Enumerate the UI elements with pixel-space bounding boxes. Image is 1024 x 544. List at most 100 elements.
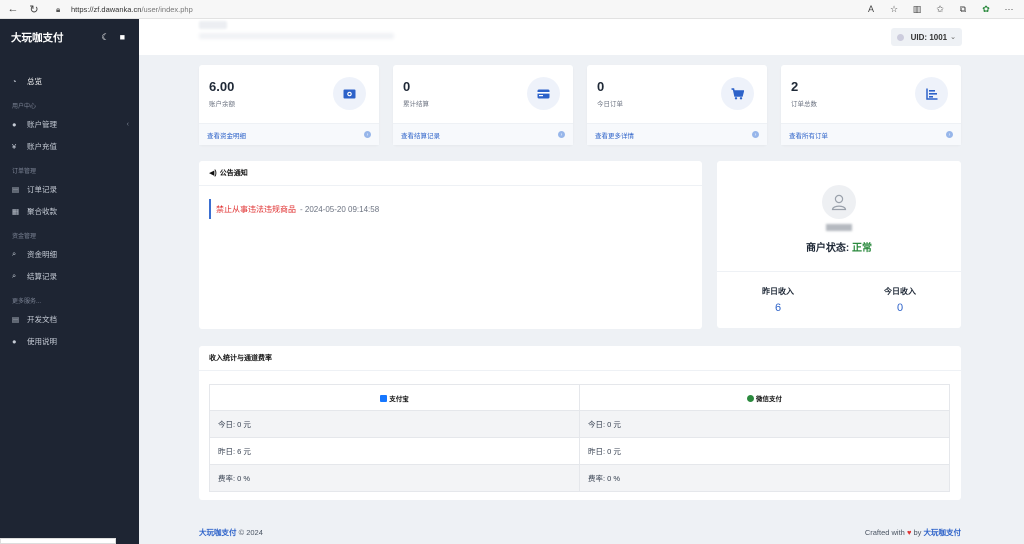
grid-icon: ▦	[12, 206, 20, 216]
cart-icon: ▤	[12, 184, 20, 194]
stat-link-label: 查看结算记录	[401, 132, 440, 140]
stat-link-label: 查看所有订单	[789, 132, 828, 140]
arrow-right-icon: ›	[364, 131, 371, 138]
url-text: https://zf.dawanka.cn/user/index.php	[71, 5, 193, 14]
blurred-username	[826, 224, 852, 231]
stat-card-total-orders: 2 订单总数 查看所有订单 ›	[781, 65, 961, 145]
brand[interactable]: 大玩咖支付 ☾ ■	[0, 19, 139, 56]
sidebar-section-label: 订单管理	[12, 169, 37, 175]
stat-link[interactable]: 查看资金明细 ›	[199, 123, 379, 145]
gauge-icon: ◔	[12, 76, 17, 86]
arrow-right-icon: ›	[558, 131, 565, 138]
footer-brand-link-2[interactable]: 大玩咖支付	[924, 528, 962, 537]
merchant-status-card: 商户状态: 正常 昨日收入 6 今日收入 0	[717, 161, 961, 328]
footer-by: by	[913, 527, 922, 537]
collections-icon[interactable]: ⧉	[956, 2, 970, 16]
sidebar-item-label: 开发文档	[27, 314, 57, 324]
reload-icon[interactable]: ↻	[26, 1, 42, 17]
table-cell: 费率: 0 %	[209, 464, 580, 492]
income-today: 今日收入 0	[839, 272, 961, 328]
notice-item[interactable]: 禁止从事违法违规商品 - 2024-05-20 09:14:58	[209, 199, 379, 219]
back-icon[interactable]: ←	[5, 1, 21, 17]
blurred-subtitle	[199, 33, 394, 39]
url-host: https://zf.dawanka.cn	[71, 4, 142, 14]
table-cell: 今日: 0 元	[209, 410, 580, 438]
comment-icon[interactable]: ■	[120, 32, 125, 43]
sidebar: 大玩咖支付 ☾ ■ ◔ 总览用户中心 ● 账户管理 ‹ ¥ 账户充值订单管理 ▤ 订单记录 ▦ 聚合…	[0, 19, 139, 544]
heart-icon: ♥	[906, 527, 912, 537]
sidebar-item-label: 资金明细	[27, 249, 57, 259]
sidebar-item-label: 总览	[27, 76, 42, 86]
arrow-right-icon: ›	[946, 131, 953, 138]
stat-label: 订单总数	[791, 101, 817, 108]
income-label: 今日收入	[884, 287, 916, 296]
sidebar-item[interactable]: ⌕ 结算记录	[0, 265, 139, 287]
notice-title: 公告通知	[219, 170, 248, 177]
footer-credit: Crafted with ♥ by 大玩咖支付	[865, 527, 961, 538]
sidebar-item-label: 账户充值	[27, 141, 57, 151]
sidebar-item[interactable]: ▤ 开发文档	[0, 308, 139, 330]
search-icon: ⌕	[12, 271, 17, 280]
split-screen-icon[interactable]: ▥	[910, 2, 924, 16]
address-bar[interactable]: 🔒︎ https://zf.dawanka.cn/user/index.php	[56, 2, 193, 17]
money-icon	[333, 77, 366, 110]
table-cell: 今日: 0 元	[579, 410, 950, 438]
brand-name: 大玩咖支付	[11, 32, 64, 44]
footer-brand-link[interactable]: 大玩咖支付	[199, 527, 237, 538]
notice-card: ◀) 公告通知 禁止从事违法违规商品 - 2024-05-20 09:14:58	[199, 161, 702, 329]
chevron-left-icon: ‹	[126, 120, 129, 128]
column-label: 支付宝	[389, 395, 409, 403]
favorites-icon[interactable]: ✩	[933, 2, 947, 16]
extension-icon[interactable]: ✿	[979, 2, 993, 16]
stat-link[interactable]: 查看更多详情 ›	[587, 123, 767, 145]
user-avatar-icon	[822, 185, 856, 219]
speaker-icon: ◀)	[209, 170, 217, 177]
yen-icon: ¥	[12, 141, 17, 151]
uid-dropdown[interactable]: UID: 1001 ⌄	[890, 28, 962, 46]
footer-crafted: Crafted with	[864, 527, 905, 537]
sidebar-item[interactable]: ◔ 总览	[0, 70, 139, 92]
table-cell: 昨日: 6 元	[209, 437, 580, 465]
more-icon[interactable]: ···	[1002, 2, 1016, 16]
sidebar-item[interactable]: ▦ 聚合收款	[0, 200, 139, 222]
doc-icon: ▤	[12, 314, 20, 324]
sidebar-item[interactable]: ¥ 账户充值	[0, 135, 139, 157]
stat-value: 0	[403, 79, 411, 94]
stat-value: 0	[597, 79, 605, 94]
table-cell: 费率: 0 %	[579, 464, 950, 492]
stat-link[interactable]: 查看结算记录 ›	[393, 123, 573, 145]
moon-icon[interactable]: ☾	[101, 32, 109, 43]
user-icon: ●	[12, 119, 17, 129]
search-icon: ⌕	[12, 249, 17, 258]
help-icon: ●	[12, 336, 17, 346]
sidebar-item[interactable]: ⌕ 资金明细	[0, 243, 139, 265]
sidebar-item-label: 账户管理	[27, 119, 57, 129]
favorite-star-icon[interactable]: ☆	[887, 2, 901, 16]
table-row: 今日: 0 元 今日: 0 元	[209, 410, 950, 438]
sidebar-item-label: 聚合收款	[27, 206, 57, 216]
column-label: 微信支付	[756, 395, 782, 403]
sidebar-item[interactable]: ● 使用说明	[0, 330, 139, 352]
read-aloud-icon[interactable]: A	[864, 2, 878, 16]
stat-link[interactable]: 查看所有订单 ›	[781, 123, 961, 145]
sidebar-menu: ◔ 总览 用户中心 ● 账户管理 ‹ ¥ 账户充值 订单管理 ▤ 订单记录 ▦ 聚合收款 资金管理 ⌕ 资金明…	[0, 56, 139, 352]
browser-toolbar: ← ↻ 🔒︎ https://zf.dawanka.cn/user/index.…	[0, 0, 1024, 19]
stat-value: 2	[791, 79, 799, 94]
notice-header: ◀) 公告通知	[199, 161, 702, 186]
sidebar-item[interactable]: ● 账户管理 ‹	[0, 113, 139, 135]
avatar	[896, 33, 904, 41]
income-value: 0	[896, 302, 904, 314]
income-summary: 昨日收入 6 今日收入 0	[717, 271, 961, 328]
footer: 大玩咖支付 © 2024 Crafted with ♥ by 大玩咖支付	[199, 524, 961, 540]
stat-link-label: 查看更多详情	[595, 132, 634, 140]
sidebar-section-label: 用户中心	[12, 104, 37, 110]
sidebar-section-label: 更多服务...	[12, 299, 42, 305]
stat-label: 账户余额	[209, 101, 235, 108]
rates-table: 支付宝 微信支付 今日: 0 元 今日: 0 元 昨日: 6 元 昨日: 0 元	[209, 384, 950, 492]
main-content: 6.00 账户余额 查看资金明细 › 0 累计结算 查看结算记录 › 0 今日订…	[139, 55, 1024, 544]
arrow-right-icon: ›	[752, 131, 759, 138]
sidebar-item[interactable]: ▤ 订单记录	[0, 178, 139, 200]
stat-card-balance: 6.00 账户余额 查看资金明细 ›	[199, 65, 379, 145]
uid-label: UID: 1001	[910, 32, 948, 42]
blurred-title	[199, 21, 227, 29]
